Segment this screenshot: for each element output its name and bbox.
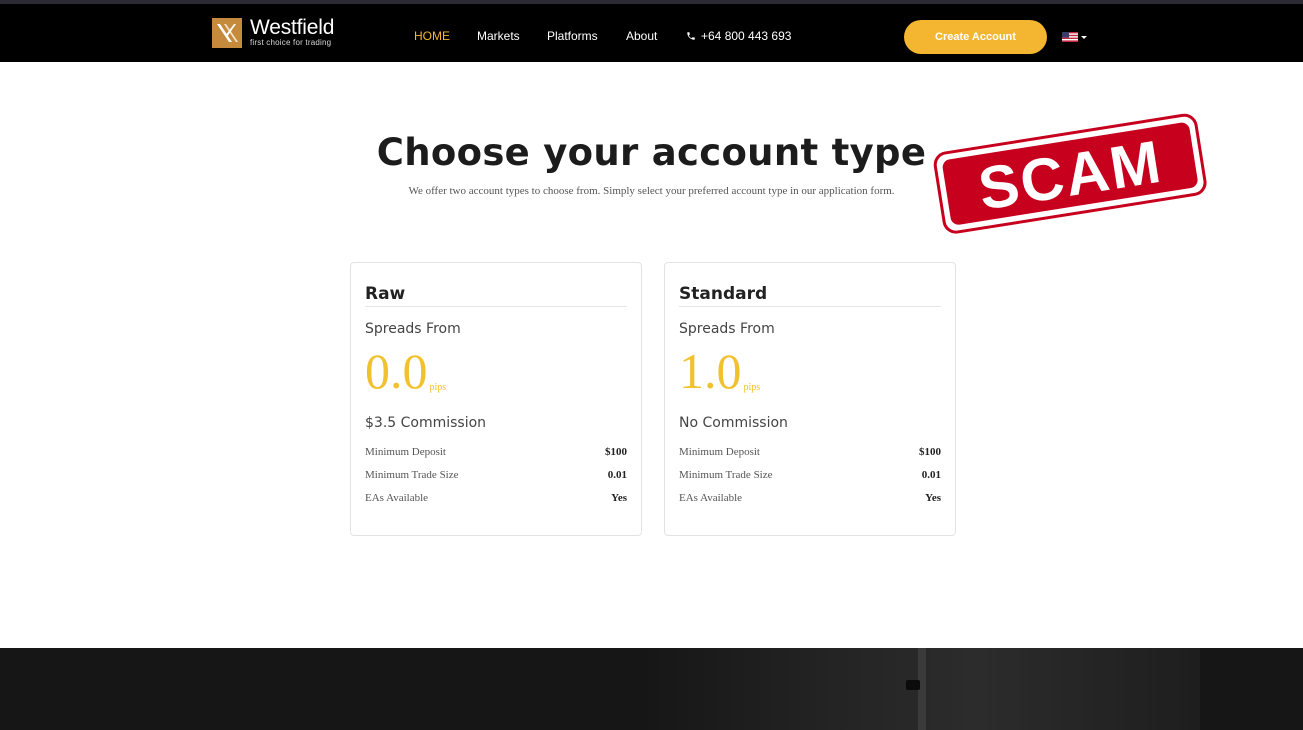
spread-number: 0.0 xyxy=(365,343,428,399)
detail-row: EAs Available Yes xyxy=(365,492,627,508)
detail-value: Yes xyxy=(925,492,941,504)
footer-banner xyxy=(0,648,1303,730)
phone-icon xyxy=(687,32,695,40)
brand-logo[interactable]: Westfield first choice for trading xyxy=(212,16,335,48)
commission-label: $3.5 Commission xyxy=(365,415,487,431)
detail-label: Minimum Trade Size xyxy=(365,469,459,481)
detail-row: Minimum Trade Size 0.01 xyxy=(365,469,627,485)
logo-mark-icon xyxy=(212,18,242,48)
account-card-raw[interactable]: Raw Spreads From 0.0 pips $3.5 Commissio… xyxy=(350,262,642,536)
spread-unit: pips xyxy=(429,382,447,393)
spread-unit: pips xyxy=(743,382,761,393)
detail-label: Minimum Deposit xyxy=(679,446,760,458)
detail-label: EAs Available xyxy=(365,492,429,504)
us-flag-icon xyxy=(1062,32,1078,42)
detail-value: 0.01 xyxy=(607,469,627,481)
detail-row: Minimum Trade Size 0.01 xyxy=(679,469,941,485)
top-navbar: Westfield first choice for trading HOME … xyxy=(0,0,1303,62)
create-account-button[interactable]: Create Account xyxy=(904,20,1047,54)
detail-row: EAs Available Yes xyxy=(679,492,941,508)
detail-value: $100 xyxy=(919,446,941,458)
chevron-down-icon xyxy=(1081,35,1087,39)
detail-value: Yes xyxy=(611,492,627,504)
phone-number: +64 800 443 693 xyxy=(701,29,792,43)
account-card-standard[interactable]: Standard Spreads From 1.0 pips No Commis… xyxy=(664,262,956,536)
detail-value: $100 xyxy=(605,446,627,458)
footer-decoration xyxy=(906,680,920,690)
detail-value: 0.01 xyxy=(921,469,941,481)
divider xyxy=(679,306,941,307)
stamp-text: SCAM xyxy=(974,128,1167,223)
nav-about[interactable]: About xyxy=(626,28,657,44)
scam-stamp: SCAM xyxy=(928,108,1208,238)
detail-row: Minimum Deposit $100 xyxy=(365,446,627,462)
nav-home[interactable]: HOME xyxy=(414,28,450,44)
detail-label: EAs Available xyxy=(679,492,743,504)
spreads-label: Spreads From xyxy=(365,321,461,337)
nav-phone[interactable]: +64 800 443 693 xyxy=(686,28,791,44)
spread-number: 1.0 xyxy=(679,343,742,399)
commission-label: No Commission xyxy=(679,415,788,431)
nav-platforms[interactable]: Platforms xyxy=(547,28,598,44)
spread-value: 0.0 pips xyxy=(365,345,446,397)
language-selector[interactable] xyxy=(1062,32,1087,42)
detail-label: Minimum Deposit xyxy=(365,446,446,458)
account-name: Standard xyxy=(679,284,768,304)
detail-label: Minimum Trade Size xyxy=(679,469,773,481)
spreads-label: Spreads From xyxy=(679,321,775,337)
nav-markets[interactable]: Markets xyxy=(477,28,520,44)
detail-row: Minimum Deposit $100 xyxy=(679,446,941,462)
account-name: Raw xyxy=(365,284,406,304)
brand-name: Westfield xyxy=(250,16,335,39)
brand-tagline: first choice for trading xyxy=(250,38,332,47)
spread-value: 1.0 pips xyxy=(679,345,760,397)
divider xyxy=(365,306,627,307)
